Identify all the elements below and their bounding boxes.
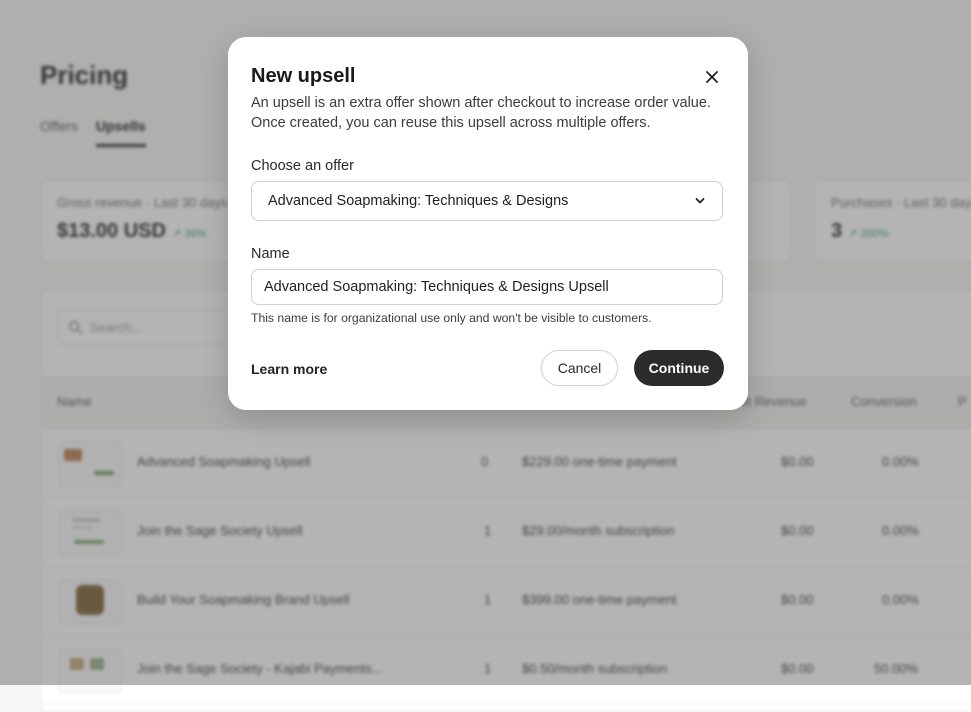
modal-description: An upsell is an extra offer shown after …	[251, 95, 711, 131]
choose-offer-label: Choose an offer	[251, 158, 354, 174]
chevron-down-icon	[695, 198, 705, 204]
name-input[interactable]	[251, 269, 723, 305]
learn-more-link[interactable]: Learn more	[251, 361, 327, 377]
offer-select[interactable]: Advanced Soapmaking: Techniques & Design…	[251, 181, 723, 221]
name-help-text: This name is for organizational use only…	[251, 311, 652, 325]
modal-title: New upsell	[251, 65, 356, 87]
new-upsell-modal: New upsell An upsell is an extra offer s…	[228, 37, 748, 410]
offer-select-value: Advanced Soapmaking: Techniques & Design…	[268, 193, 569, 209]
close-icon	[706, 71, 718, 83]
continue-button[interactable]: Continue	[634, 350, 724, 386]
name-label: Name	[251, 246, 290, 262]
cancel-button[interactable]: Cancel	[541, 350, 618, 386]
close-button[interactable]	[702, 67, 722, 87]
